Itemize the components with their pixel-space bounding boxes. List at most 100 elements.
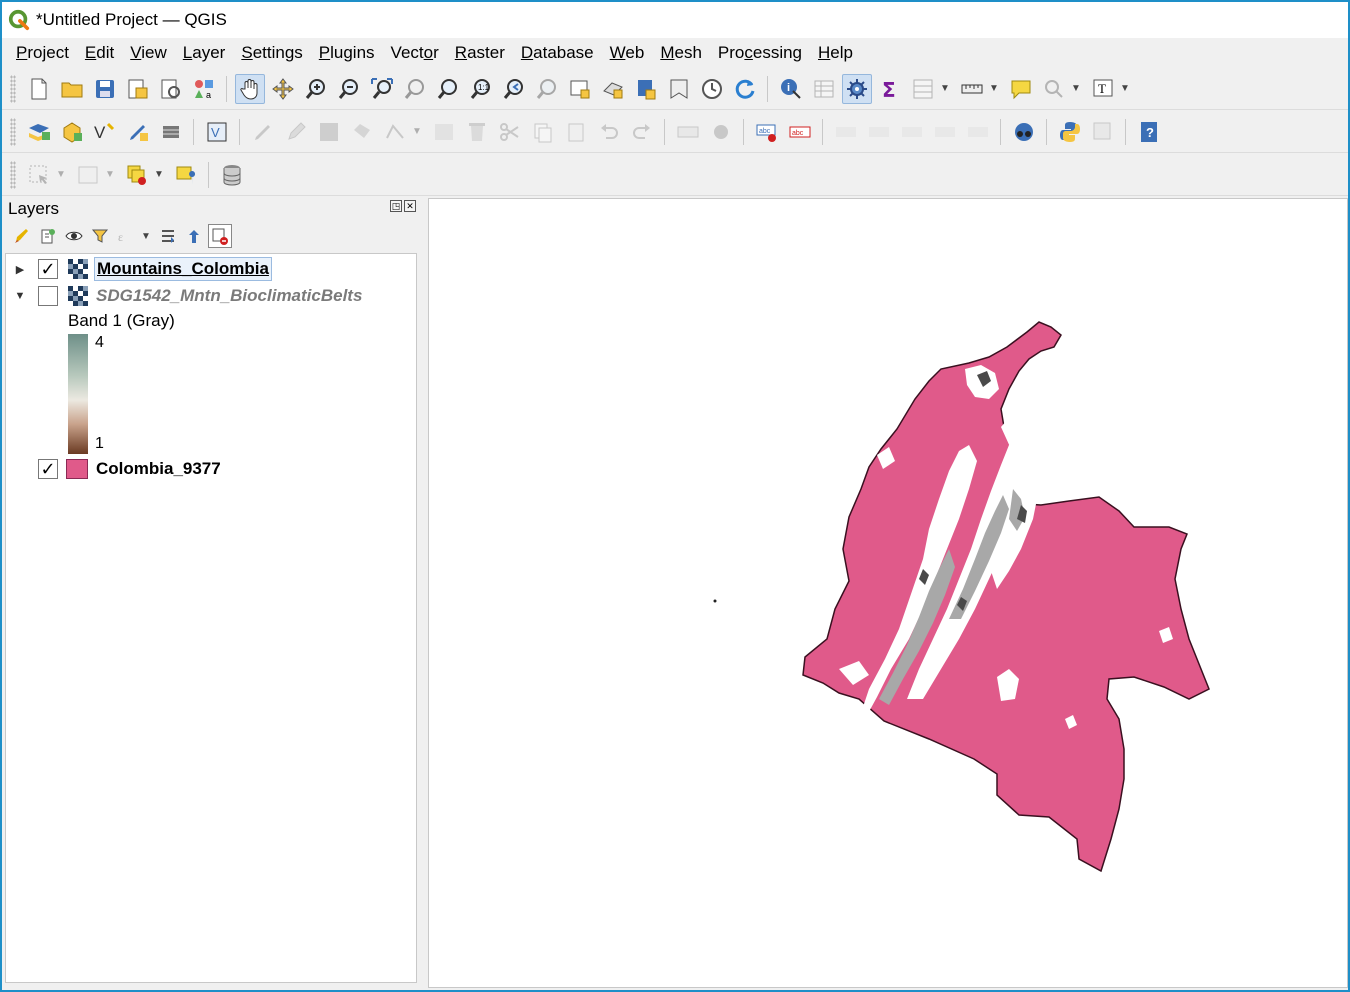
expression-dropdown-icon[interactable]: ▼: [140, 221, 152, 251]
filter-legend-button[interactable]: [88, 224, 112, 248]
open-project-button[interactable]: [57, 74, 87, 104]
change-label-button[interactable]: [963, 117, 993, 147]
measure-line-button[interactable]: [957, 74, 987, 104]
toggle-editing-button[interactable]: [281, 117, 311, 147]
open-attribute-table-button[interactable]: [809, 74, 839, 104]
layer-properties-button[interactable]: V: [202, 117, 232, 147]
quickmapservices-button[interactable]: [1009, 117, 1039, 147]
select-by-location-button[interactable]: [171, 160, 201, 190]
layer-labeling-button[interactable]: abc: [752, 117, 782, 147]
text-annotation-button[interactable]: T: [1088, 74, 1118, 104]
locator-button[interactable]: [1039, 74, 1069, 104]
temporal-controller-button[interactable]: [697, 74, 727, 104]
move-label-button[interactable]: [897, 117, 927, 147]
python-console-button[interactable]: [1055, 117, 1085, 147]
select-features-button[interactable]: [24, 160, 54, 190]
new-project-button[interactable]: [24, 74, 54, 104]
layer-name[interactable]: SDG1542_Mntn_BioclimaticBelts: [94, 285, 364, 307]
menu-settings[interactable]: Settings: [233, 43, 310, 63]
menu-web[interactable]: Web: [602, 43, 653, 63]
open-layer-styling-button[interactable]: [10, 224, 34, 248]
current-edits-button[interactable]: [248, 117, 278, 147]
collapse-arrow-icon[interactable]: ▼: [14, 290, 26, 302]
layer-visibility-checkbox[interactable]: ✓: [38, 259, 58, 279]
map-tips-button[interactable]: [1006, 74, 1036, 104]
layer-row-bioclimatic-belts[interactable]: ▼ SDG1542_Mntn_BioclimaticBelts: [6, 283, 416, 309]
close-panel-icon[interactable]: ✕: [404, 200, 416, 212]
pin-labels-button[interactable]: [831, 117, 861, 147]
locator-dropdown-icon[interactable]: ▼: [1070, 74, 1082, 104]
refresh-button[interactable]: [730, 74, 760, 104]
delete-selected-button[interactable]: [462, 117, 492, 147]
float-panel-icon[interactable]: ◳: [390, 200, 402, 212]
layer-visibility-checkbox[interactable]: ✓: [38, 459, 58, 479]
rotate-label-button[interactable]: [930, 117, 960, 147]
undo-button[interactable]: [594, 117, 624, 147]
zoom-next-button[interactable]: [532, 74, 562, 104]
layout-manager-button[interactable]: [156, 74, 186, 104]
zoom-in-button[interactable]: [301, 74, 331, 104]
manage-map-themes-button[interactable]: [62, 224, 86, 248]
paste-features-button[interactable]: [561, 117, 591, 147]
copy-features-button[interactable]: [528, 117, 558, 147]
layer-row-colombia[interactable]: ✓ Colombia_9377: [6, 456, 416, 482]
map-canvas[interactable]: [428, 198, 1348, 988]
save-edits-button[interactable]: [314, 117, 344, 147]
layer-name[interactable]: Mountains_Colombia: [94, 257, 272, 281]
toolbar-grip[interactable]: [10, 160, 16, 189]
new-print-layout-button[interactable]: [123, 74, 153, 104]
field-calculator-dropdown-icon[interactable]: ▼: [939, 74, 951, 104]
label-toolbar-button[interactable]: [673, 117, 703, 147]
zoom-full-button[interactable]: [367, 74, 397, 104]
new-temporary-layer-button[interactable]: [123, 117, 153, 147]
modify-attributes-button[interactable]: [429, 117, 459, 147]
show-hide-labels-button[interactable]: [864, 117, 894, 147]
new-bookmark-button[interactable]: [631, 74, 661, 104]
layer-row-mountains[interactable]: ▶ ✓ Mountains_Colombia: [6, 256, 416, 282]
save-project-button[interactable]: [90, 74, 120, 104]
expand-arrow-icon[interactable]: ▶: [14, 263, 26, 276]
new-3d-view-button[interactable]: [598, 74, 628, 104]
zoom-to-layer-button[interactable]: [433, 74, 463, 104]
help-button[interactable]: ?: [1134, 117, 1164, 147]
data-source-manager-button[interactable]: [24, 117, 54, 147]
menu-vector[interactable]: Vector: [383, 43, 447, 63]
redo-button[interactable]: [627, 117, 657, 147]
new-virtual-layer-button[interactable]: [156, 117, 186, 147]
measure-dropdown-icon[interactable]: ▼: [988, 74, 1000, 104]
pan-to-selection-button[interactable]: [268, 74, 298, 104]
zoom-out-button[interactable]: [334, 74, 364, 104]
cut-features-button[interactable]: [495, 117, 525, 147]
vertex-dropdown-icon[interactable]: ▼: [411, 117, 423, 147]
toolbar-grip[interactable]: [10, 117, 16, 146]
zoom-to-selection-button[interactable]: [400, 74, 430, 104]
remove-layer-button[interactable]: [208, 224, 232, 248]
vertex-tool-button[interactable]: [380, 117, 410, 147]
rule-based-labeling-button[interactable]: abc: [785, 117, 815, 147]
expand-all-button[interactable]: [156, 224, 180, 248]
deselect-features-button[interactable]: [122, 160, 152, 190]
menu-help[interactable]: Help: [810, 43, 861, 63]
field-calculator-button[interactable]: [908, 74, 938, 104]
menu-layer[interactable]: Layer: [175, 43, 234, 63]
filter-by-expression-button[interactable]: ε: [114, 224, 138, 248]
menu-database[interactable]: Database: [513, 43, 602, 63]
menu-plugins[interactable]: Plugins: [311, 43, 383, 63]
layer-visibility-checkbox[interactable]: [38, 286, 58, 306]
layer-diagram-button[interactable]: [706, 117, 736, 147]
menu-edit[interactable]: Edit: [77, 43, 122, 63]
plugin-button[interactable]: [1088, 117, 1118, 147]
toolbox-button[interactable]: [841, 73, 872, 104]
select-value-dropdown-icon[interactable]: ▼: [104, 160, 116, 190]
new-geopackage-layer-button[interactable]: [57, 117, 87, 147]
identify-features-button[interactable]: i: [776, 74, 806, 104]
select-by-value-button[interactable]: [73, 160, 103, 190]
annotation-dropdown-icon[interactable]: ▼: [1119, 74, 1131, 104]
deselect-dropdown-icon[interactable]: ▼: [153, 160, 165, 190]
zoom-native-button[interactable]: 1:1: [466, 74, 496, 104]
panel-splitter[interactable]: [418, 197, 428, 989]
select-dropdown-icon[interactable]: ▼: [55, 160, 67, 190]
pan-map-button[interactable]: [234, 73, 265, 104]
toolbar-grip[interactable]: [10, 74, 16, 103]
menu-raster[interactable]: Raster: [447, 43, 513, 63]
